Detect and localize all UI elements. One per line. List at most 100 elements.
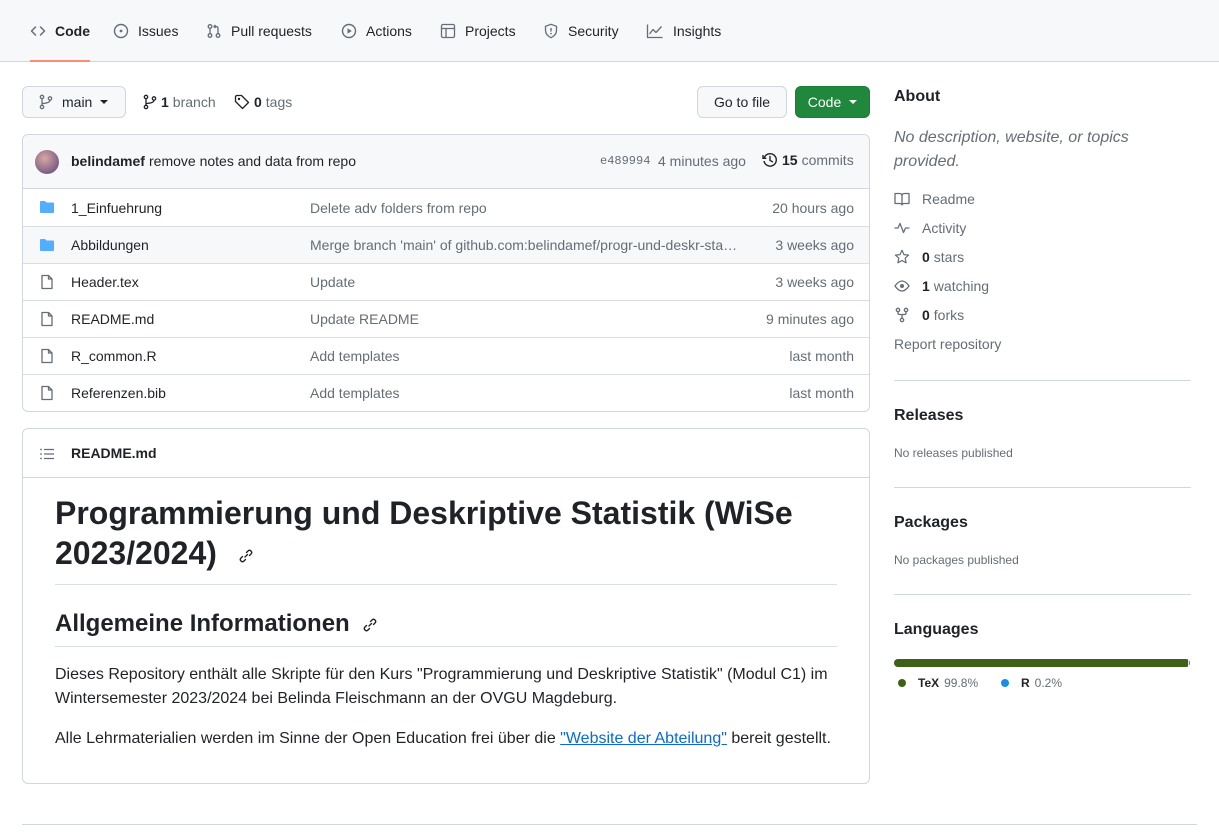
readme-link[interactable]: Readme [894,191,975,207]
file-row[interactable]: Abbildungen Merge branch 'main' of githu… [23,226,869,263]
file-name[interactable]: README.md [71,311,154,327]
file-age: 9 minutes ago [766,311,854,327]
issue-icon [113,23,129,39]
report-repository-link[interactable]: Report repository [894,336,1001,352]
readme-filename[interactable]: README.md [71,445,157,461]
file-row[interactable]: Referenzen.bib Add templates last month [23,374,869,411]
file-age: 3 weeks ago [775,237,854,253]
tab-pull-requests[interactable]: Pull requests [206,0,312,62]
commit-message[interactable]: remove notes and data from repo [149,153,356,169]
forks-label: forks [933,307,965,323]
readme-text: Alle Lehrmaterialien werden im Sinne der… [55,730,561,747]
folder-icon [39,199,55,215]
tex-color-dot [898,679,906,687]
language-segment-r [1189,659,1190,667]
file-name[interactable]: Referenzen.bib [71,385,166,401]
latest-commit-bar: belindamef remove notes and data from re… [23,135,869,189]
file-commit-message[interactable]: Add templates [310,348,740,364]
watching-link[interactable]: 1 watching [894,278,989,294]
tab-issues[interactable]: Issues [113,0,178,62]
pulse-icon [894,220,910,236]
file-row[interactable]: Header.tex Update 3 weeks ago [23,263,869,300]
releases-heading[interactable]: Releases [894,407,963,425]
code-icon [30,23,46,39]
activity-link[interactable]: Activity [894,220,966,236]
link-icon[interactable] [362,617,378,633]
folder-icon [39,237,55,253]
play-icon [341,23,357,39]
repo-nav: Code Issues Pull requests Actions Projec… [0,0,1219,62]
activity-link-label: Activity [922,220,967,236]
divider [894,594,1191,595]
packages-heading[interactable]: Packages [894,514,968,532]
code-dropdown-button[interactable]: Code [795,86,870,118]
readme-section-heading: Allgemeine Informationen [55,609,378,639]
tab-code[interactable]: Code [30,0,90,62]
watching-label: watching [933,278,990,294]
go-to-file-button[interactable]: Go to file [697,86,787,118]
chevron-down-icon [849,100,858,104]
tab-label: Issues [138,23,179,39]
branch-select-button[interactable]: main [22,86,126,118]
shield-icon [543,23,559,39]
file-row[interactable]: 1_Einfuehrung Delete adv folders from re… [23,189,869,226]
file-name[interactable]: R_common.R [71,348,157,364]
tab-actions[interactable]: Actions [341,0,412,62]
commit-time: 4 minutes ago [658,153,746,169]
divider [55,584,837,585]
readme-text: bereit gestellt. [726,730,831,747]
about-heading: About [894,88,941,105]
file-commit-message[interactable]: Delete adv folders from repo [310,200,740,216]
tab-label: Code [55,23,90,39]
packages-empty-text: No packages published [894,553,1019,567]
file-row[interactable]: README.md Update README 9 minutes ago [23,300,869,337]
file-commit-message[interactable]: Update README [310,311,740,327]
fork-icon [894,307,910,323]
file-name[interactable]: Abbildungen [71,237,149,253]
file-commit-message[interactable]: Add templates [310,385,740,401]
file-name[interactable]: 1_Einfuehrung [71,200,162,216]
file-icon [39,311,55,327]
history-icon [762,152,778,168]
stars-link[interactable]: 0 stars [894,249,964,265]
link-icon[interactable] [238,548,254,564]
tab-projects[interactable]: Projects [440,0,516,62]
website-link[interactable]: "Website der Abteilung" [560,730,727,747]
watching-count: 1 [922,278,930,294]
language-segment-tex [894,659,1189,667]
tab-insights[interactable]: Insights [646,0,721,62]
tags-link[interactable]: 0 tags [234,88,292,116]
languages-heading: Languages [894,621,979,638]
table-icon [440,23,456,39]
file-icon [39,348,55,364]
file-commit-message[interactable]: Update [310,274,740,290]
file-name[interactable]: Header.tex [71,274,139,290]
chevron-down-icon [100,100,109,104]
file-commit-message[interactable]: Merge branch 'main' of github.com:belind… [310,237,740,253]
commit-sha[interactable]: e489994 [600,154,650,168]
commit-author[interactable]: belindamef [71,153,145,169]
commits-link[interactable]: 15 commits [762,152,854,168]
pull-request-icon [206,23,222,39]
tab-security[interactable]: Security [543,0,619,62]
avatar[interactable] [35,150,59,174]
list-icon[interactable] [39,446,55,462]
divider [894,380,1191,381]
language-item-r[interactable]: R 0.2% [1001,676,1062,690]
tag-icon [234,94,250,110]
language-name: R [1021,676,1030,690]
tab-label: Security [568,23,619,39]
forks-count: 0 [922,307,930,323]
branches-link[interactable]: 1 branch [143,88,216,116]
language-item-tex[interactable]: TeX 99.8% [898,676,978,690]
star-icon [894,249,910,265]
language-name: TeX [918,676,940,690]
branch-icon [39,94,53,110]
readme-header: README.md [23,429,869,478]
branch-label: branch [172,94,216,110]
file-row[interactable]: R_common.R Add templates last month [23,337,869,374]
forks-link[interactable]: 0 forks [894,307,964,323]
tag-label: tags [265,94,293,110]
divider [55,646,837,647]
readme-panel: README.md Programmierung und Deskriptive… [22,428,870,784]
